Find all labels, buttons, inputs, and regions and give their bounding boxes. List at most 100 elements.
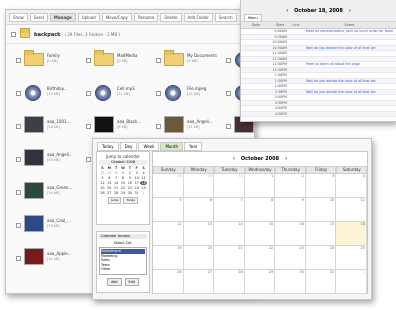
- add-button[interactable]: Add: [107, 278, 122, 286]
- prev-day-button[interactable]: ‹: [286, 8, 288, 14]
- day-cell[interactable]: 16: [275, 222, 306, 246]
- mini-day[interactable]: 2: [126, 171, 133, 175]
- file-checkbox[interactable]: [16, 124, 21, 129]
- file-item[interactable]: aaa_Cool_... [75 kB]: [9, 209, 79, 242]
- day-cell[interactable]: 1: [244, 174, 276, 198]
- day-cell[interactable]: 30: [214, 174, 245, 198]
- next-month-button[interactable]: ›: [285, 156, 287, 162]
- edit-button[interactable]: Edit: [124, 278, 139, 286]
- file-item[interactable]: My Documents [0 kB]: [149, 44, 219, 77]
- mini-day[interactable]: 3: [133, 171, 140, 175]
- tab-upload[interactable]: Upload: [77, 13, 100, 22]
- mini-day[interactable]: 20: [106, 186, 113, 190]
- tab-day[interactable]: Day: [119, 142, 138, 151]
- file-item[interactable]: aaa_Angeli... [54 kB]: [9, 143, 79, 176]
- file-item[interactable]: Birthday... [13 kB]: [9, 77, 79, 110]
- file-checkbox[interactable]: [16, 256, 21, 261]
- event-link[interactable]: Meet w/ representative, pick up lunch or…: [303, 29, 396, 34]
- day-cell[interactable]: 23: [275, 246, 306, 270]
- file-name[interactable]: My Documents: [187, 53, 217, 58]
- mini-day[interactable]: 27: [106, 191, 113, 195]
- file-checkbox[interactable]: [16, 223, 21, 228]
- mini-today-button[interactable]: Today: [123, 197, 139, 204]
- file-name[interactable]: aaa_Green...: [47, 185, 72, 190]
- day-cell[interactable]: 19: [153, 246, 184, 270]
- file-checkbox[interactable]: [16, 157, 21, 162]
- day-cell[interactable]: 14: [214, 222, 245, 246]
- tab-rename[interactable]: Rename: [133, 13, 159, 22]
- day-cell[interactable]: 29: [244, 270, 276, 294]
- calendar-list-item[interactable]: Other: [101, 267, 145, 272]
- tab-manage[interactable]: Manage: [49, 13, 76, 22]
- file-item[interactable]: MadMedia [0 kB]: [79, 44, 149, 77]
- prev-month-button[interactable]: ‹: [233, 156, 235, 162]
- tab-search[interactable]: Search: [214, 13, 237, 22]
- day-cell[interactable]: 4: [336, 174, 367, 198]
- mini-jump-button[interactable]: Jump: [107, 197, 122, 204]
- event-link[interactable]: Well do you decide the color of all that…: [303, 90, 396, 95]
- file-checkbox[interactable]: [86, 58, 91, 63]
- file-checkbox[interactable]: [86, 124, 91, 129]
- tab-today[interactable]: Today: [97, 142, 119, 151]
- select-all-checkbox[interactable]: [11, 32, 16, 37]
- tab-add-folder[interactable]: Add Folder: [183, 13, 213, 22]
- file-checkbox[interactable]: [86, 91, 91, 96]
- mini-day[interactable]: 15: [120, 181, 127, 185]
- mini-day[interactable]: 28: [113, 191, 120, 195]
- day-cell[interactable]: 30: [275, 270, 306, 294]
- day-cell[interactable]: 21: [214, 246, 245, 270]
- event-link[interactable]: Meet w/ team all about the page: [303, 62, 396, 67]
- file-checkbox[interactable]: [86, 157, 91, 162]
- file-item[interactable]: Cell.mp3 [11 kB]: [79, 77, 149, 110]
- tab-month[interactable]: Month: [160, 142, 183, 151]
- mini-day[interactable]: 17: [133, 181, 140, 185]
- mini-day[interactable]: 24: [133, 186, 140, 190]
- today-cell[interactable]: 18: [336, 222, 367, 246]
- file-checkbox[interactable]: [156, 124, 161, 129]
- day-cell[interactable]: 8: [244, 198, 276, 222]
- file-checkbox[interactable]: [16, 58, 21, 63]
- day-cell[interactable]: 3: [305, 174, 337, 198]
- day-cell[interactable]: 28: [214, 270, 245, 294]
- mini-day[interactable]: 6: [106, 176, 113, 180]
- file-checkbox[interactable]: [226, 124, 231, 129]
- file-name[interactable]: aaa_Angeli...: [187, 119, 213, 124]
- mini-day[interactable]: 9: [126, 176, 133, 180]
- day-cell[interactable]: 1: [336, 270, 367, 294]
- mini-day[interactable]: 1: [140, 191, 147, 195]
- file-checkbox[interactable]: [156, 91, 161, 96]
- day-cell[interactable]: 2: [275, 174, 306, 198]
- mini-day[interactable]: 21: [113, 186, 120, 190]
- file-name[interactable]: Cell.mp3: [117, 86, 135, 91]
- day-cell[interactable]: 15: [244, 222, 276, 246]
- mini-day[interactable]: 5: [99, 176, 106, 180]
- day-view-menu-tab[interactable]: Menu: [244, 14, 262, 22]
- tab-show[interactable]: Show: [9, 13, 28, 22]
- next-day-button[interactable]: ›: [349, 8, 351, 14]
- mini-day[interactable]: 25: [140, 186, 147, 190]
- day-cell[interactable]: 12: [153, 222, 184, 246]
- mini-day[interactable]: 11: [140, 176, 147, 180]
- day-cell[interactable]: 25: [336, 246, 367, 270]
- file-name[interactable]: MadMedia: [117, 53, 137, 58]
- day-cell[interactable]: 28: [153, 174, 184, 198]
- mini-day[interactable]: 19: [99, 186, 106, 190]
- day-cell[interactable]: 13: [183, 222, 215, 246]
- day-cell[interactable]: 6: [183, 198, 215, 222]
- day-cell[interactable]: 10: [305, 198, 337, 222]
- day-cell[interactable]: 26: [153, 270, 184, 294]
- file-name[interactable]: File.mpeg: [187, 86, 206, 91]
- mini-day[interactable]: 28: [99, 171, 106, 175]
- tab-week[interactable]: Week: [138, 142, 160, 151]
- day-cell[interactable]: 5: [153, 198, 184, 222]
- file-checkbox[interactable]: [16, 91, 21, 96]
- day-cell[interactable]: 20: [183, 246, 215, 270]
- mini-day[interactable]: 14: [113, 181, 120, 185]
- file-item[interactable]: aaa_Green... [34 kB]: [9, 176, 79, 209]
- day-cell[interactable]: 17: [305, 222, 337, 246]
- event-link[interactable]: Well do you decide the color of all that…: [303, 79, 396, 84]
- day-cell[interactable]: 29: [183, 174, 215, 198]
- file-item[interactable]: File.mpeg [11 kB]: [149, 77, 219, 110]
- day-cell[interactable]: 11: [336, 198, 367, 222]
- calendar-list[interactable]: Department Marketing Sales Team Other: [99, 247, 147, 275]
